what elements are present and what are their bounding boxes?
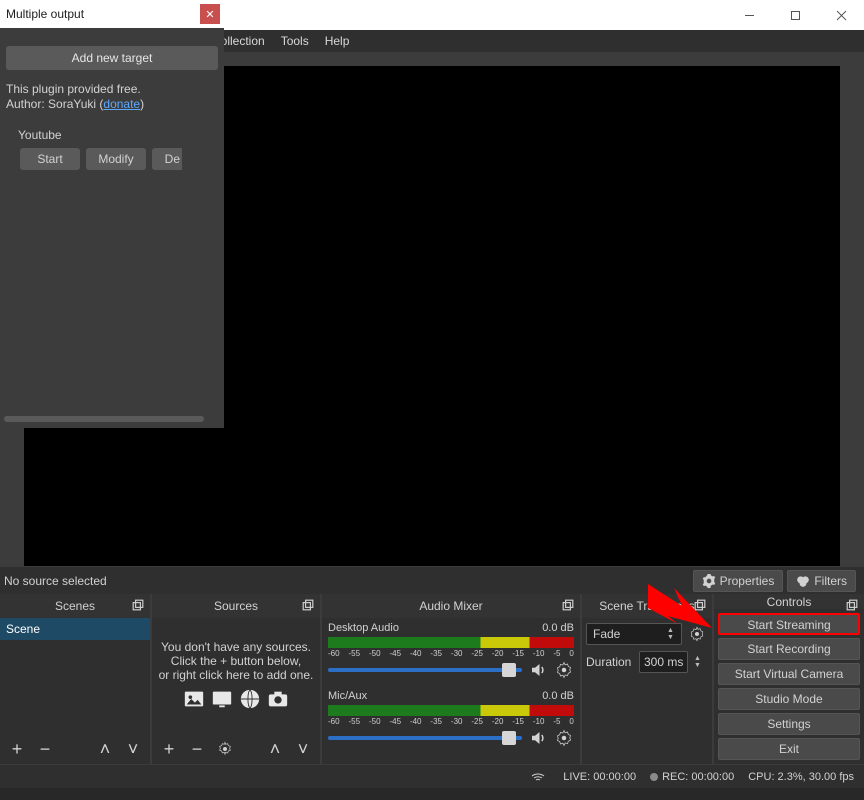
- plugin-info-line1: This plugin provided free.: [6, 82, 218, 97]
- minimize-button[interactable]: [726, 0, 772, 30]
- status-bar: LIVE: 00:00:00 REC: 00:00:00 CPU: 2.3%, …: [0, 764, 864, 788]
- network-icon: [531, 771, 549, 783]
- status-rec: REC: 00:00:00: [662, 771, 734, 783]
- meter-ticks: -60-55-50-45-40-35-30-25-20-15-10-50: [328, 649, 574, 658]
- level-meter: [328, 636, 574, 648]
- image-icon: [182, 688, 206, 713]
- plugin-title: Multiple output: [6, 7, 84, 21]
- scene-item[interactable]: Scene: [0, 618, 150, 640]
- source-up-button[interactable]: ˄: [264, 738, 286, 760]
- scene-up-button[interactable]: ˄: [94, 738, 116, 760]
- status-live: LIVE: 00:00:00: [563, 771, 636, 783]
- scenes-header: Scenes: [0, 594, 150, 618]
- channel-level: 0.0 dB: [542, 622, 574, 634]
- controls-panel: Controls Start Streaming Start Recording…: [714, 594, 864, 764]
- volume-slider[interactable]: [328, 736, 522, 740]
- channel-name: Mic/Aux: [328, 690, 367, 702]
- speaker-icon[interactable]: [528, 660, 548, 680]
- menu-tools[interactable]: Tools: [273, 34, 317, 48]
- target-modify-button[interactable]: Modify: [86, 148, 146, 170]
- transition-settings-button[interactable]: [686, 623, 708, 645]
- maximize-button[interactable]: [772, 0, 818, 30]
- channel-settings-icon[interactable]: [554, 728, 574, 748]
- no-source-label: No source selected: [0, 574, 107, 588]
- target-start-button[interactable]: Start: [20, 148, 80, 170]
- scenes-footer: + − ˄ ˅: [0, 734, 150, 764]
- start-virtual-camera-button[interactable]: Start Virtual Camera: [718, 663, 860, 685]
- sources-panel: Sources You don't have any sources. Clic…: [152, 594, 320, 764]
- speaker-icon[interactable]: [528, 728, 548, 748]
- plugin-scrollbar[interactable]: [4, 416, 204, 422]
- close-button[interactable]: [818, 0, 864, 30]
- studio-mode-button[interactable]: Studio Mode: [718, 688, 860, 710]
- globe-icon: [238, 688, 262, 713]
- mixer-channel: Desktop Audio 0.0 dB -60-55-50-45-40-35-…: [328, 622, 574, 680]
- settings-button[interactable]: Settings: [718, 713, 860, 735]
- transitions-panel: Scene Transitions Fade ▲▼ Duration 300 m…: [582, 594, 712, 764]
- plugin-section-youtube: Youtube: [18, 128, 218, 142]
- filters-button[interactable]: Filters: [787, 570, 856, 592]
- undock-icon[interactable]: [694, 599, 708, 613]
- menu-help[interactable]: Help: [317, 34, 358, 48]
- donate-link[interactable]: donate: [103, 97, 140, 111]
- remove-source-button[interactable]: −: [186, 738, 208, 760]
- remove-scene-button[interactable]: −: [34, 738, 56, 760]
- channel-settings-icon[interactable]: [554, 660, 574, 680]
- properties-label: Properties: [720, 574, 775, 588]
- duration-label: Duration: [586, 655, 635, 669]
- properties-button[interactable]: Properties: [693, 570, 784, 592]
- sources-empty[interactable]: You don't have any sources. Click the + …: [152, 618, 320, 734]
- add-scene-button[interactable]: +: [6, 738, 28, 760]
- scenes-panel: Scenes Scene + − ˄ ˅: [0, 594, 150, 764]
- multiple-output-panel: Multiple output ✕ Add new target This pl…: [0, 0, 224, 428]
- transition-select[interactable]: Fade ▲▼: [586, 623, 682, 645]
- source-settings-button[interactable]: [214, 738, 236, 760]
- exit-button[interactable]: Exit: [718, 738, 860, 760]
- scene-down-button[interactable]: ˅: [122, 738, 144, 760]
- audio-mixer-panel: Audio Mixer Desktop Audio 0.0 dB -60-55-…: [322, 594, 580, 764]
- undock-icon[interactable]: [562, 599, 576, 613]
- plugin-close-button[interactable]: ✕: [200, 4, 220, 24]
- rec-dot-icon: [650, 773, 658, 781]
- volume-slider[interactable]: [328, 668, 522, 672]
- level-meter: [328, 704, 574, 716]
- start-streaming-button[interactable]: Start Streaming: [718, 613, 860, 635]
- meter-ticks: -60-55-50-45-40-35-30-25-20-15-10-50: [328, 717, 574, 726]
- duration-input[interactable]: 300 ms: [639, 651, 688, 673]
- status-cpu: CPU: 2.3%, 30.00 fps: [748, 771, 854, 783]
- channel-name: Desktop Audio: [328, 622, 399, 634]
- camera-icon: [266, 688, 290, 713]
- bottom-panels: Scenes Scene + − ˄ ˅ Sources You don't h…: [0, 594, 864, 764]
- start-recording-button[interactable]: Start Recording: [718, 638, 860, 660]
- add-source-button[interactable]: +: [158, 738, 180, 760]
- add-new-target-button[interactable]: Add new target: [6, 46, 218, 70]
- target-delete-button[interactable]: De: [152, 148, 182, 170]
- plugin-titlebar[interactable]: Multiple output ✕: [0, 0, 224, 28]
- filters-label: Filters: [814, 574, 847, 588]
- undock-icon[interactable]: [846, 599, 860, 613]
- display-icon: [210, 688, 234, 713]
- undock-icon[interactable]: [302, 599, 316, 613]
- undock-icon[interactable]: [132, 599, 146, 613]
- source-down-button[interactable]: ˅: [292, 738, 314, 760]
- no-source-toolbar: No source selected Properties Filters: [0, 566, 864, 594]
- mixer-channel: Mic/Aux 0.0 dB -60-55-50-45-40-35-30-25-…: [328, 690, 574, 748]
- channel-level: 0.0 dB: [542, 690, 574, 702]
